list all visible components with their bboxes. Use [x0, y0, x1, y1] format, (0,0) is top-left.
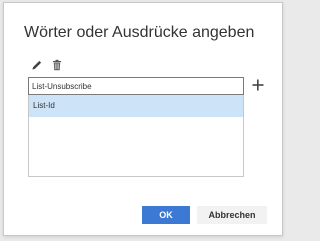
phrase-list: List-Id	[28, 95, 244, 177]
pencil-icon[interactable]	[31, 58, 43, 70]
plus-icon[interactable]	[249, 76, 267, 94]
phrase-input[interactable]	[28, 77, 244, 95]
list-item[interactable]: List-Id	[29, 95, 243, 117]
cancel-button[interactable]: Abbrechen	[197, 206, 267, 224]
trash-icon[interactable]	[51, 58, 63, 71]
words-dialog: Wörter oder Ausdrücke angeben List-Id OK…	[3, 2, 283, 236]
dialog-title: Wörter oder Ausdrücke angeben	[24, 24, 255, 41]
ok-button[interactable]: OK	[142, 206, 190, 224]
